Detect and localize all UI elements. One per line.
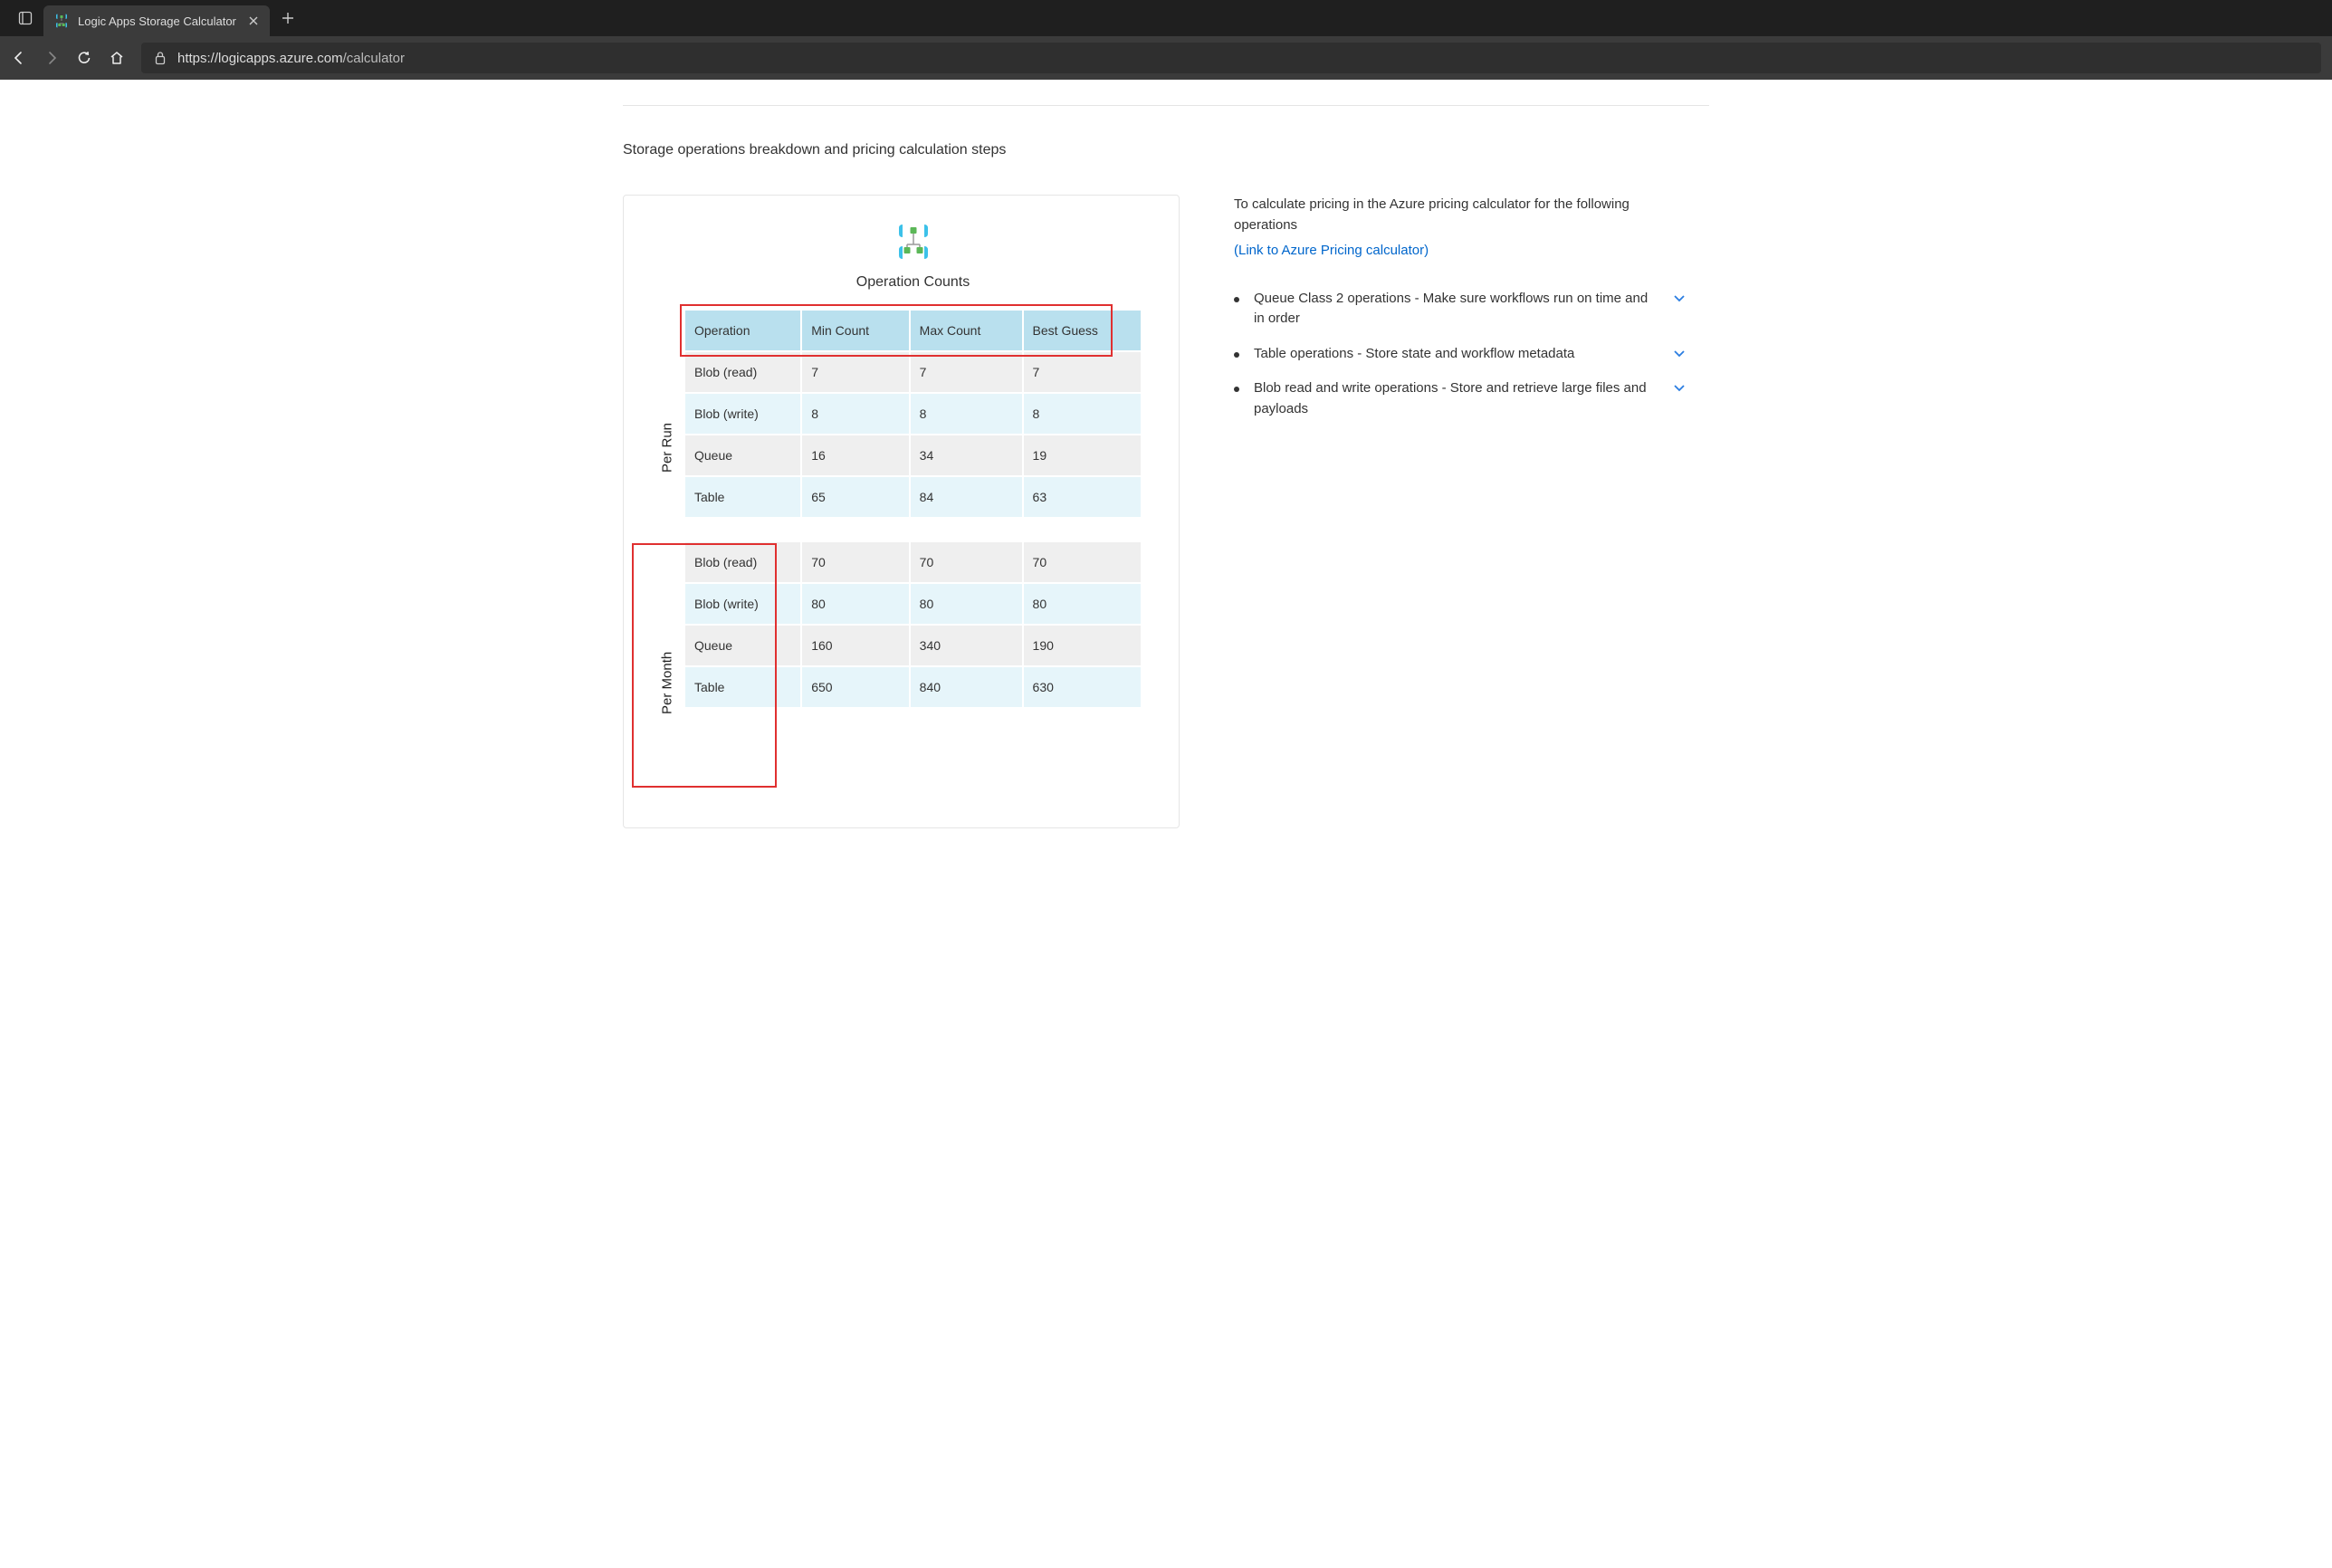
bullet-icon	[1234, 352, 1239, 358]
page-viewport: Storage operations breakdown and pricing…	[0, 105, 2332, 828]
table-row: Blob (read)707070	[685, 542, 1141, 582]
list-item: Queue Class 2 operations - Make sure wor…	[1234, 282, 1687, 337]
per-run-label: Per Run	[651, 330, 683, 565]
bullet-icon	[1234, 387, 1239, 392]
breakdown-heading: Storage operations breakdown and pricing…	[623, 142, 1709, 158]
forward-button[interactable]	[43, 50, 60, 66]
new-tab-button[interactable]	[270, 0, 306, 36]
address-bar-row: https://logicapps.azure.com/calculator	[0, 36, 2332, 80]
site-info-lock-icon[interactable]	[154, 51, 167, 65]
info-sidebar: To calculate pricing in the Azure pricin…	[1234, 195, 1687, 426]
url-text: https://logicapps.azure.com/calculator	[177, 51, 405, 66]
list-item: Blob read and write operations - Store a…	[1234, 371, 1687, 426]
table-row: Blob (read)777	[685, 352, 1141, 392]
url-host: https://logicapps.azure.com	[177, 51, 343, 66]
sidebar-item-text: Queue Class 2 operations - Make sure wor…	[1254, 289, 1661, 330]
browser-tab[interactable]: Logic Apps Storage Calculator	[43, 5, 270, 36]
home-button[interactable]	[109, 50, 125, 66]
tab-close-icon[interactable]	[248, 15, 259, 26]
browser-chrome: Logic Apps Storage Calculator https://	[0, 0, 2332, 80]
logic-apps-favicon-icon	[54, 14, 69, 28]
table-row: Table650840630	[685, 667, 1141, 707]
sidebar-intro: To calculate pricing in the Azure pricin…	[1234, 195, 1687, 235]
per-month-label: Per Month	[651, 565, 683, 800]
spacer	[685, 519, 1141, 540]
table-header-row: Operation Min Count Max Count Best Guess	[685, 311, 1141, 350]
back-button[interactable]	[11, 50, 27, 66]
chevron-down-icon[interactable]	[1672, 378, 1687, 395]
panel-title: Operation Counts	[683, 274, 1142, 291]
table-row: Table658463	[685, 477, 1141, 517]
bullet-icon	[1234, 297, 1239, 302]
sidebar-item-text: Table operations - Store state and workf…	[1254, 344, 1661, 365]
col-best: Best Guess	[1024, 311, 1141, 350]
divider	[623, 105, 1709, 106]
chevron-down-icon[interactable]	[1672, 344, 1687, 360]
table-row: Blob (write)888	[685, 394, 1141, 434]
tab-strip: Logic Apps Storage Calculator	[0, 0, 2332, 36]
refresh-button[interactable]	[76, 50, 92, 66]
table-row: Queue160340190	[685, 626, 1141, 665]
list-item: Table operations - Store state and workf…	[1234, 337, 1687, 372]
col-operation: Operation	[685, 311, 800, 350]
table-row: Blob (write)808080	[685, 584, 1141, 624]
pricing-calculator-link[interactable]: (Link to Azure Pricing calculator)	[1234, 241, 1687, 262]
operation-counts-table: Operation Min Count Max Count Best Guess…	[683, 309, 1142, 709]
sidebar-item-text: Blob read and write operations - Store a…	[1254, 378, 1661, 419]
url-path: /calculator	[343, 51, 405, 66]
col-min: Min Count	[802, 311, 908, 350]
tab-title: Logic Apps Storage Calculator	[78, 14, 239, 28]
chevron-down-icon[interactable]	[1672, 289, 1687, 305]
col-max: Max Count	[911, 311, 1022, 350]
table-row: Queue163419	[685, 435, 1141, 475]
operation-counts-panel: Per Run Per Month	[623, 195, 1180, 828]
logic-apps-icon	[894, 223, 932, 261]
tab-actions-button[interactable]	[7, 0, 43, 36]
url-bar[interactable]: https://logicapps.azure.com/calculator	[141, 43, 2321, 73]
